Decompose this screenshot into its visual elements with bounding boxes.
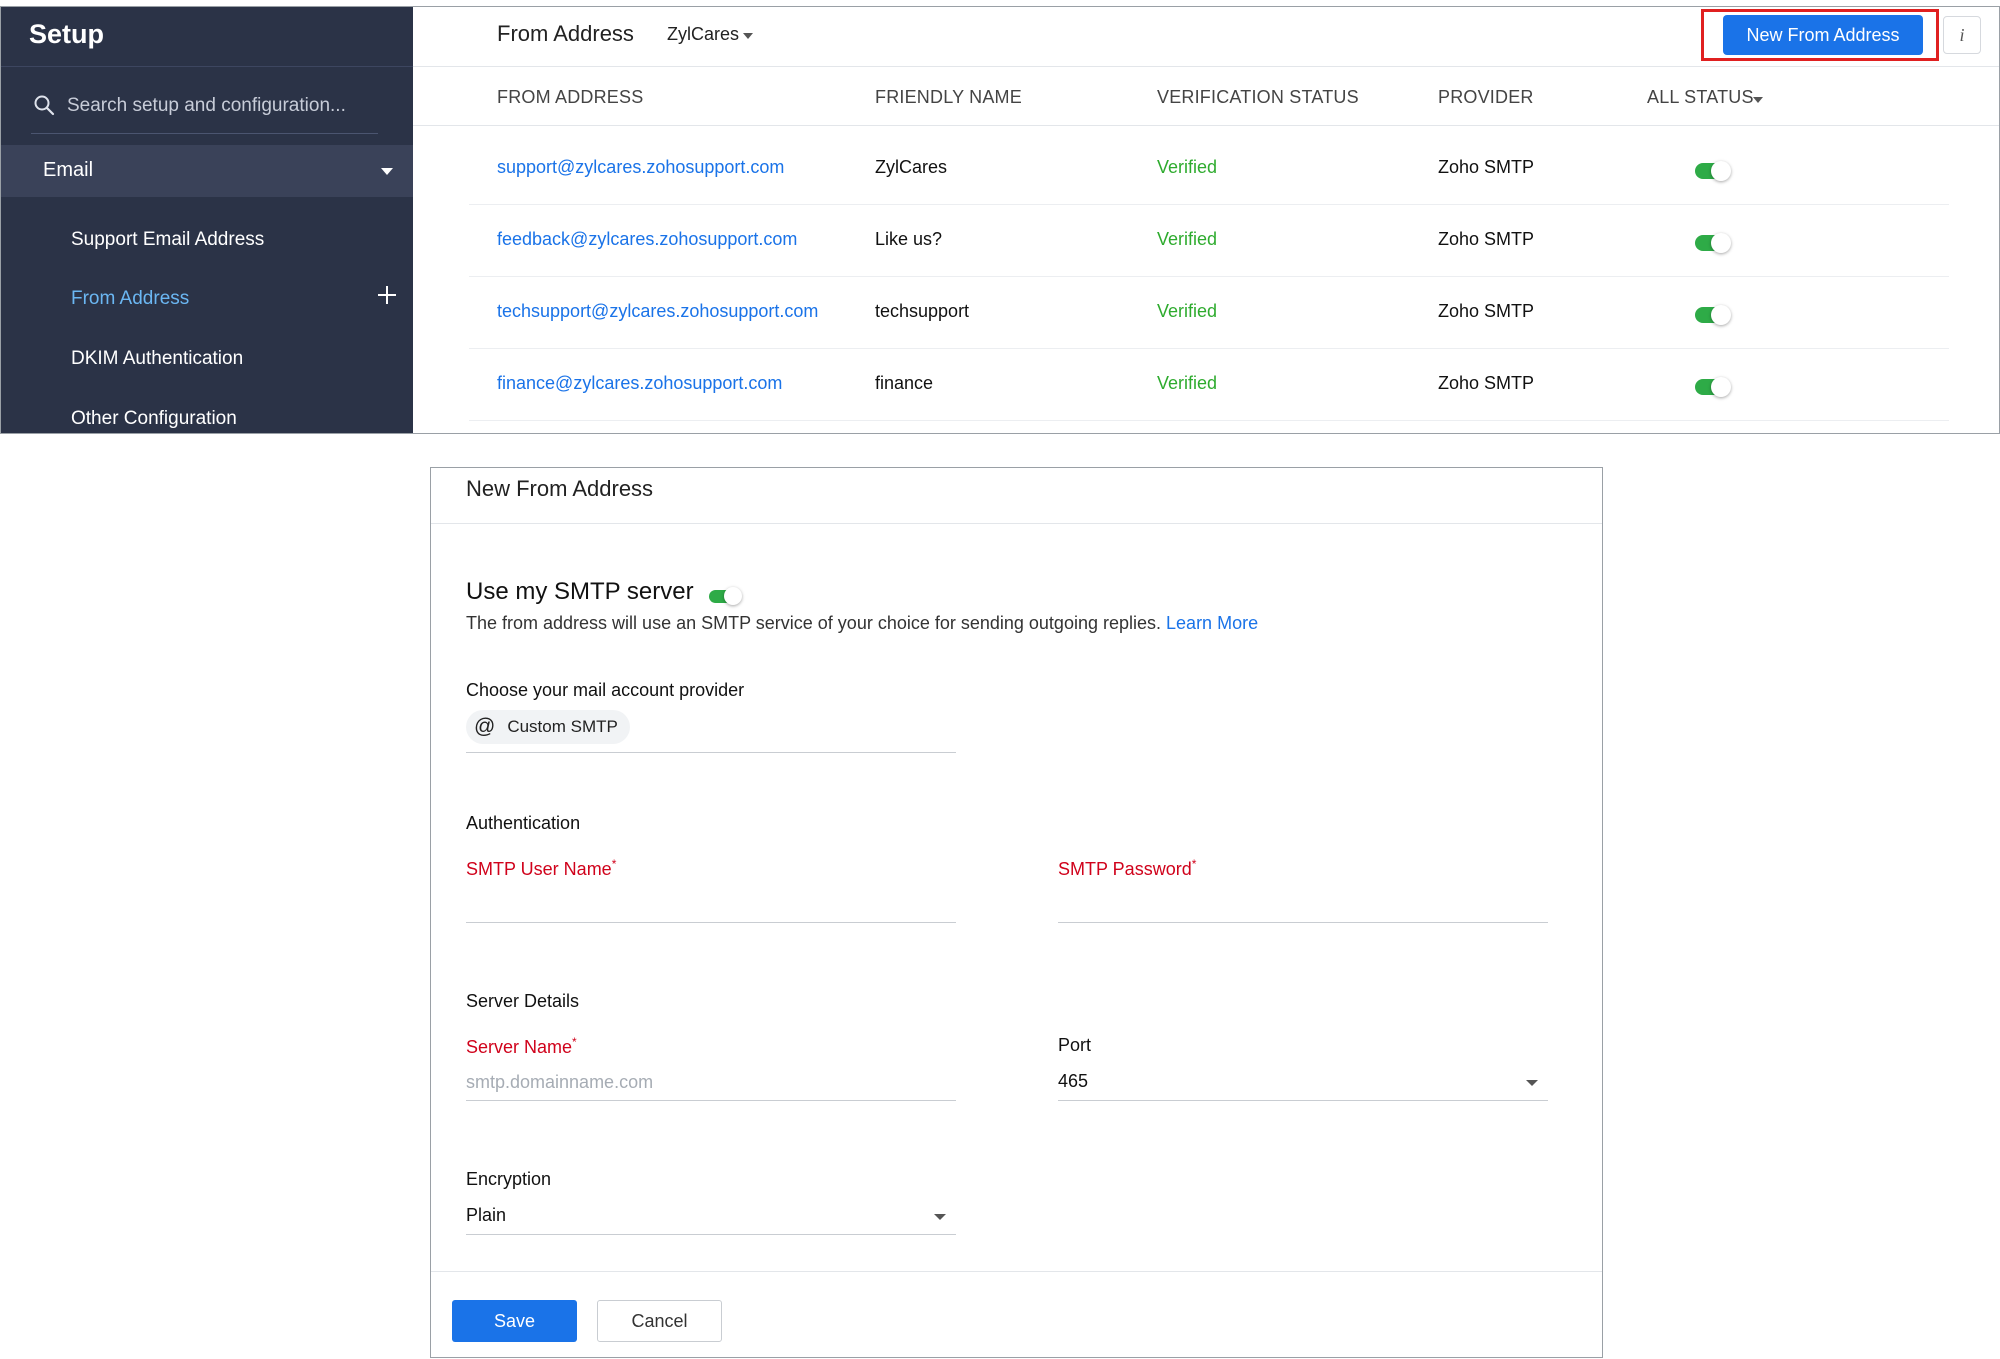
from-address-link[interactable]: techsupport@zylcares.zohosupport.com [497,301,818,322]
friendly-name: ZylCares [875,157,948,177]
setup-title: Setup [29,19,105,49]
sidebar-item-dkim-authentication[interactable]: DKIM Authentication [71,348,243,370]
table-row: feedback@zylcares.zohosupport.com Like u… [469,205,1949,277]
provider: Zoho SMTP [1438,373,1535,393]
required-mark: * [611,857,617,871]
cancel-button[interactable]: Cancel [597,1300,722,1342]
status-toggle[interactable] [1695,233,1731,253]
column-header-provider: PROVIDER [1438,87,1534,107]
chevron-down-icon [381,168,393,175]
from-address-link[interactable]: feedback@zylcares.zohosupport.com [497,229,797,250]
from-address-link[interactable]: support@zylcares.zohosupport.com [497,157,784,178]
chevron-down-icon [934,1214,946,1220]
provider-chip-custom-smtp[interactable]: @ Custom SMTP [466,710,630,744]
sidebar-section-email[interactable]: Email [1,145,413,197]
friendly-name: Like us? [875,229,943,249]
page-header: From Address ZylCares New From Address i [413,7,1999,67]
sidebar-divider [1,66,413,67]
column-header-verification-status: VERIFICATION STATUS [1157,87,1359,107]
required-mark: * [572,1035,577,1049]
form-title: New From Address [466,476,654,501]
verification-status: Verified [1157,301,1218,321]
encryption-label: Encryption [466,1169,552,1189]
search-input[interactable] [67,88,372,124]
friendly-name: techsupport [875,301,970,321]
smtp-heading: Use my SMTP server [466,578,694,605]
friendly-name: finance [875,373,934,393]
port-label: Port [1058,1035,1092,1055]
server-details-section-title: Server Details [466,991,580,1011]
table-row: finance@zylcares.zohosupport.com finance… [469,349,1949,421]
provider: Zoho SMTP [1438,157,1535,177]
provider-value: Custom SMTP [507,717,618,736]
provider: Zoho SMTP [1438,301,1535,321]
toggle-knob [724,587,742,605]
smtp-user-name-label-text: SMTP User Name [466,859,612,879]
from-address-link[interactable]: finance@zylcares.zohosupport.com [497,373,782,394]
search-icon [34,95,55,116]
from-address-list-panel: Setup Email Support Email Address From A… [0,6,2000,434]
save-button[interactable]: Save [452,1300,577,1342]
port-value: 465 [1058,1071,1089,1091]
table-row: techsupport@zylcares.zohosupport.com tec… [469,277,1949,349]
plus-icon[interactable] [377,285,397,305]
sidebar-item-other-configuration[interactable]: Other Configuration [71,408,237,430]
server-name-label-text: Server Name [466,1037,573,1057]
verification-status: Verified [1157,373,1218,393]
department-selector[interactable]: ZylCares [667,24,739,45]
sidebar-section-label: Email [43,159,94,181]
chevron-down-icon [1753,97,1763,103]
chevron-down-icon [1526,1080,1538,1086]
port-select[interactable]: 465 [1058,1065,1548,1101]
smtp-description: The from address will use an SMTP servic… [466,613,1258,634]
smtp-password-input[interactable] [1058,887,1548,923]
chevron-down-icon [743,33,753,39]
column-header-from-address: FROM ADDRESS [497,87,644,107]
page-title: From Address [497,21,634,46]
status-toggle[interactable] [1695,377,1731,397]
verification-status: Verified [1157,157,1218,177]
column-header-friendly-name: FRIENDLY NAME [875,87,1022,107]
status-toggle[interactable] [1695,161,1731,181]
table-row: support@zylcares.zohosupport.com ZylCare… [469,133,1949,205]
provider: Zoho SMTP [1438,229,1535,249]
smtp-password-label-text: SMTP Password [1058,859,1192,879]
encryption-select[interactable]: Plain [466,1199,956,1235]
smtp-user-name-input[interactable] [466,887,956,923]
toggle-knob [1711,233,1731,253]
info-button[interactable]: i [1943,16,1981,54]
required-mark: * [1191,857,1197,871]
toggle-knob [1711,161,1731,181]
verification-status: Verified [1157,229,1218,249]
server-name-label: Server Name* [466,1035,577,1058]
sidebar-item-from-address[interactable]: From Address [71,288,189,310]
status-toggle[interactable] [1695,305,1731,325]
learn-more-link[interactable]: Learn More [1166,613,1258,633]
setup-sidebar: Setup Email Support Email Address From A… [1,7,413,433]
at-sign-icon: @ [474,715,496,738]
form-footer-divider [431,1271,1602,1272]
authentication-section-title: Authentication [466,813,581,833]
form-header-divider [431,523,1602,524]
new-from-address-form: New From Address Use my SMTP server The … [430,467,1603,1358]
server-name-input[interactable] [466,1065,956,1101]
new-from-address-button[interactable]: New From Address [1723,15,1923,55]
encryption-value: Plain [466,1205,507,1225]
provider-underline [466,752,956,753]
provider-label: Choose your mail account provider [466,680,745,700]
toggle-knob [1711,377,1731,397]
status-filter[interactable]: ALL STATUS [1647,87,1754,108]
smtp-description-text: The from address will use an SMTP servic… [466,613,1162,633]
smtp-user-name-label: SMTP User Name* [466,857,616,880]
smtp-server-toggle[interactable] [709,587,742,605]
smtp-password-label: SMTP Password* [1058,857,1196,880]
toggle-knob [1711,305,1731,325]
sidebar-item-support-email-address[interactable]: Support Email Address [71,229,264,251]
table-header-divider [413,125,1999,126]
search-box [31,82,378,134]
